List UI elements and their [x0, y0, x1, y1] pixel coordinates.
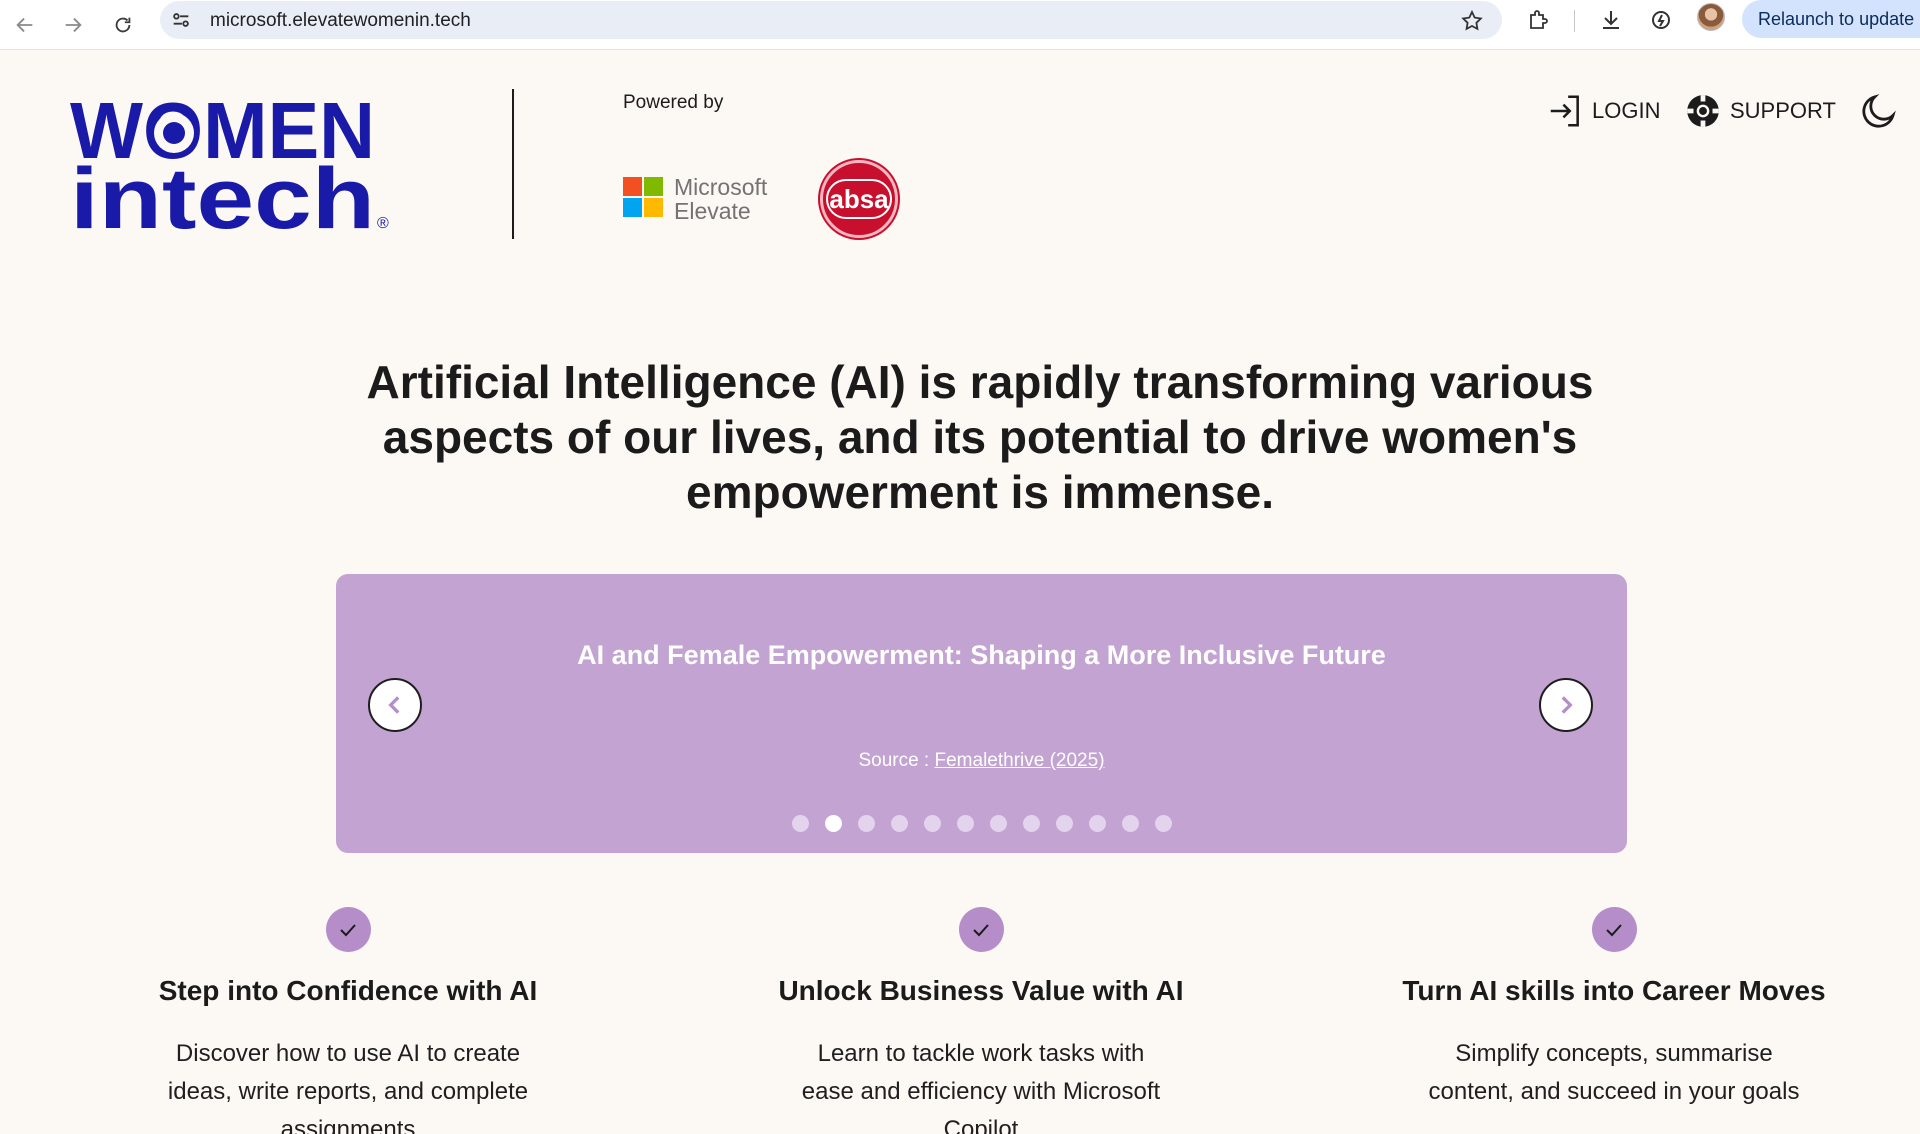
carousel-dot[interactable]	[1023, 815, 1040, 832]
carousel-dot[interactable]	[1155, 815, 1172, 832]
microsoft-wordmark-line1: Microsoft	[674, 174, 768, 200]
dark-mode-toggle-icon[interactable]	[1858, 90, 1900, 132]
microsoft-elevate-wordmark: Microsoft Elevate	[674, 175, 767, 223]
news-carousel: AI and Female Empowerment: Shaping a Mor…	[336, 574, 1627, 853]
chevron-right-icon	[1561, 696, 1573, 714]
feature-card: Unlock Business Value with AI Learn to t…	[721, 907, 1241, 1134]
feature-description: Discover how to use AI to create ideas, …	[167, 1040, 529, 1134]
puzzle-icon	[1530, 10, 1548, 29]
toolbar-divider	[1574, 10, 1575, 32]
source-link[interactable]: Femalethrive (2025)	[935, 750, 1105, 771]
reload-button[interactable]	[103, 5, 143, 45]
performance-button[interactable]	[1647, 6, 1675, 34]
microsoft-logo-icon	[623, 177, 663, 217]
profile-avatar[interactable]	[1697, 3, 1725, 31]
login-link[interactable]: LOGIN	[1546, 92, 1660, 130]
carousel-next-button[interactable]	[1539, 678, 1593, 732]
back-button[interactable]	[5, 5, 45, 45]
arrow-left-icon	[16, 17, 33, 33]
hero-heading: Artificial Intelligence (AI) is rapidly …	[366, 356, 1594, 518]
support-label[interactable]: SUPPORT	[1730, 98, 1836, 124]
support-link[interactable]: SUPPORT	[1684, 92, 1836, 130]
carousel-dot[interactable]	[990, 815, 1007, 832]
lifebuoy-icon	[1687, 95, 1719, 127]
carousel-dot[interactable]	[792, 815, 809, 832]
downloads-button[interactable]	[1597, 6, 1625, 34]
feature-check-badge	[325, 907, 371, 952]
carousel-prev-button[interactable]	[368, 678, 422, 732]
source-prefix: Source :	[858, 750, 935, 771]
arrow-right-icon	[65, 17, 82, 33]
bookmark-star-icon[interactable]	[1460, 9, 1484, 33]
carousel-dot[interactable]	[825, 815, 842, 832]
browser-toolbar: microsoft.elevatewomenin.tech Relaunch t…	[0, 0, 1920, 50]
checkmark-icon	[1606, 923, 1622, 936]
feature-description: Learn to tackle work tasks with ease and…	[801, 1040, 1161, 1134]
address-bar[interactable]: microsoft.elevatewomenin.tech	[160, 1, 1502, 39]
carousel-dot[interactable]	[1089, 815, 1106, 832]
chevron-left-icon	[388, 696, 400, 714]
feature-title: Step into Confidence with AI	[158, 975, 538, 1006]
login-icon	[1550, 95, 1579, 127]
feature-title: Unlock Business Value with AI	[778, 975, 1184, 1006]
performance-icon	[1652, 11, 1670, 29]
download-icon	[1603, 11, 1619, 29]
carousel-dot[interactable]	[891, 815, 908, 832]
site-settings-icon[interactable]	[170, 9, 192, 31]
powered-by-label: Powered by	[623, 92, 724, 113]
login-label[interactable]: LOGIN	[1592, 98, 1660, 124]
checkmark-icon	[340, 923, 356, 936]
reload-icon	[115, 17, 131, 33]
extensions-button[interactable]	[1525, 6, 1553, 34]
carousel-dots	[792, 815, 1172, 832]
absa-logo: absa	[820, 160, 898, 238]
microsoft-wordmark-line2: Elevate	[674, 198, 751, 224]
svg-text:®: ®	[377, 215, 389, 232]
checkmark-icon	[973, 923, 989, 936]
url-text[interactable]: microsoft.elevatewomenin.tech	[210, 10, 471, 32]
feature-description: Simplify concepts, summarise content, an…	[1428, 1040, 1800, 1105]
forward-button[interactable]	[53, 5, 93, 45]
svg-text:intech: intech	[70, 151, 375, 234]
carousel-source: Source : Femalethrive (2025)	[336, 750, 1627, 772]
absa-wordmark: absa	[826, 179, 892, 219]
feature-check-badge	[958, 907, 1004, 952]
feature-card: Step into Confidence with AI Discover ho…	[88, 907, 608, 1134]
carousel-dot[interactable]	[924, 815, 941, 832]
carousel-dot[interactable]	[1056, 815, 1073, 832]
carousel-dot[interactable]	[1122, 815, 1139, 832]
feature-title: Turn AI skills into Career Moves	[1402, 975, 1826, 1006]
carousel-dot[interactable]	[858, 815, 875, 832]
carousel-slide-title: AI and Female Empowerment: Shaping a Mor…	[577, 640, 1386, 670]
carousel-dot[interactable]	[957, 815, 974, 832]
feature-card: Turn AI skills into Career Moves Simplif…	[1354, 907, 1874, 1111]
feature-check-badge	[1591, 907, 1637, 952]
header-divider	[512, 89, 514, 239]
women-in-tech-logo[interactable]: WOMEN intech ®	[70, 98, 400, 234]
relaunch-button[interactable]: Relaunch to update	[1742, 0, 1920, 38]
